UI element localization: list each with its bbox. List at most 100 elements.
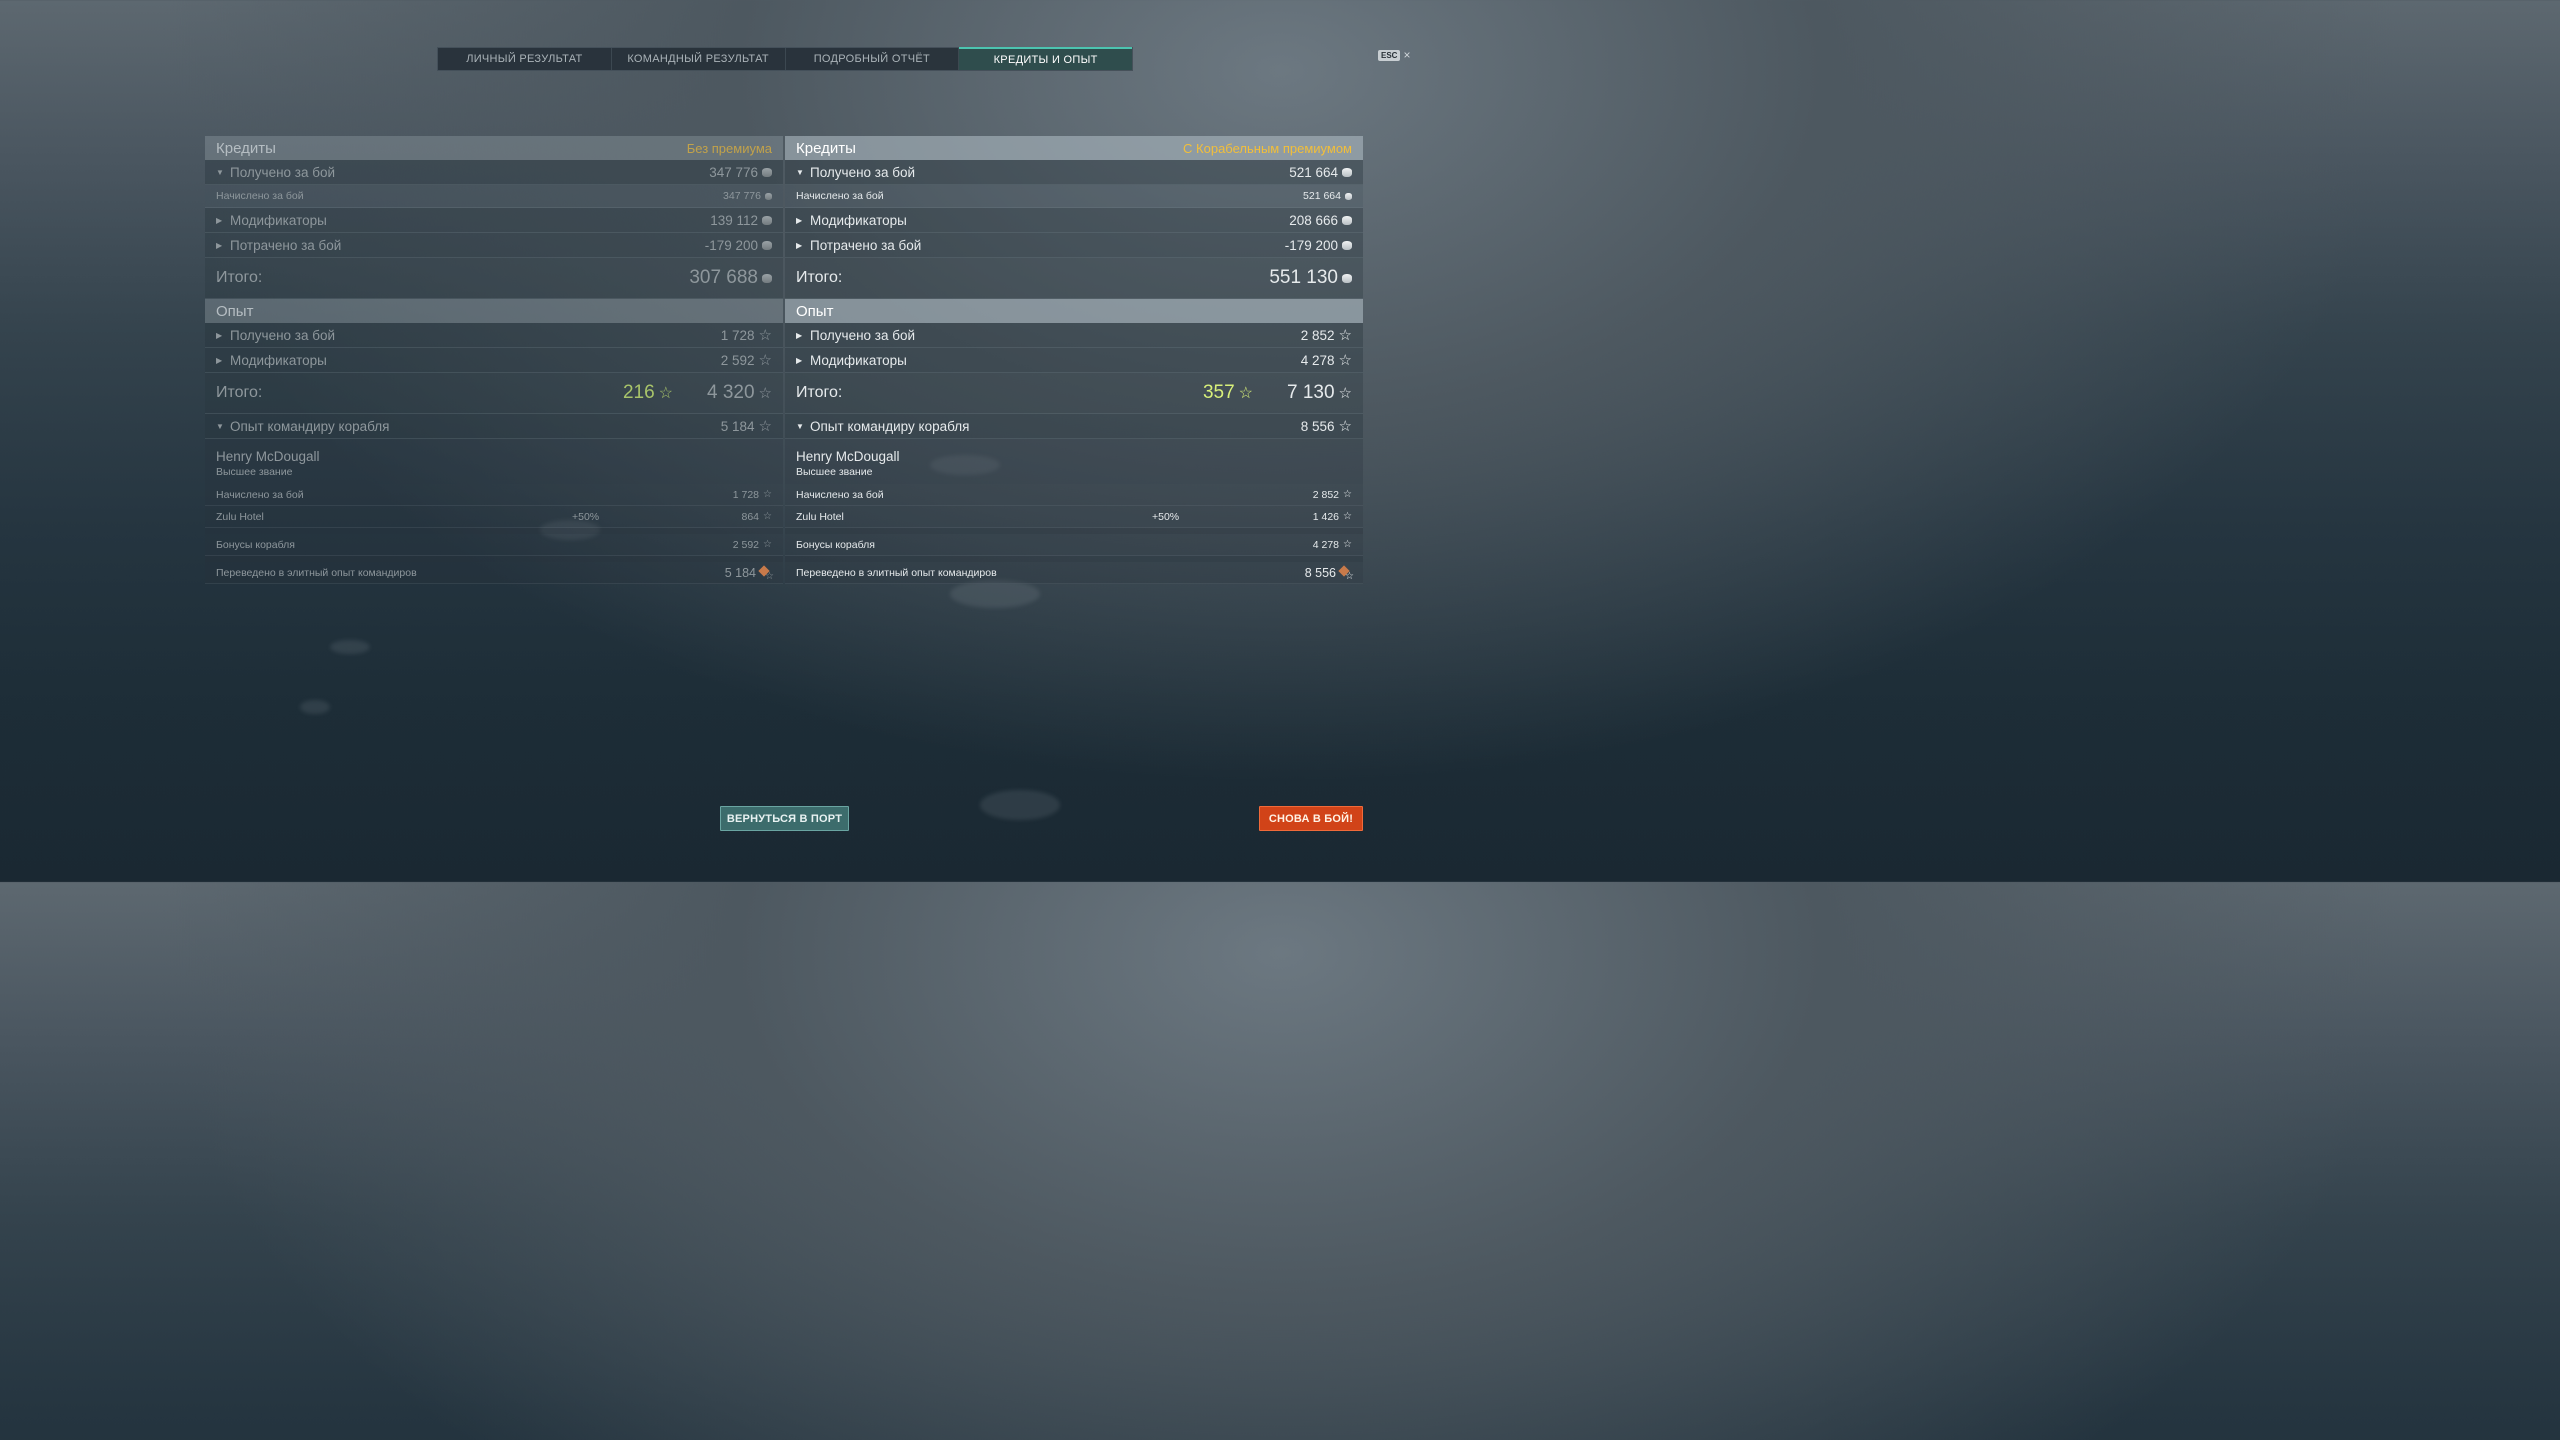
cmd-accrued-value: 2 852	[1312, 488, 1340, 501]
star-icon: ☆	[1343, 489, 1352, 500]
cmd-signal-value: 1 426	[1312, 510, 1340, 523]
close-button[interactable]: ESC ×	[1378, 49, 1410, 61]
caret-right-icon: ▶	[216, 215, 223, 225]
premium-status-label: Без премиума	[686, 140, 772, 156]
free-exp-value: 216	[622, 382, 655, 403]
exp-title: Опыт	[216, 302, 254, 320]
credits-accrued-label: Начислено за бой	[796, 190, 884, 202]
caret-right-icon: ▶	[796, 240, 803, 250]
close-icon: ×	[1403, 48, 1411, 62]
cmd-accrued-row: Начислено за бой 1 728 ☆	[205, 484, 783, 506]
credits-earned-row[interactable]: ▼ Получено за бой 347 776	[205, 160, 783, 185]
exp-earned-row[interactable]: ▶ Получено за бой 2 852 ☆	[785, 323, 1363, 348]
exp-header: Опыт	[205, 299, 783, 323]
credit-coin-icon	[762, 240, 772, 250]
premium-column: Кредиты С Корабельным премиумом ▼ Получен…	[785, 136, 1363, 584]
no-premium-column: Кредиты Без премиума ▼ Получено за бой 34…	[205, 136, 783, 584]
credit-coin-icon	[762, 167, 772, 177]
result-tabs: ЛИЧНЫЙ РЕЗУЛЬТАТ КОМАНДНЫЙ РЕЗУЛЬТАТ ПОД…	[437, 47, 1133, 71]
exp-earned-value: 1 728	[720, 327, 755, 343]
cmd-accrued-label: Начислено за бой	[216, 488, 304, 501]
credits-accrued-row: Начислено за бой 521 664	[785, 185, 1363, 208]
caret-down-icon: ▼	[216, 421, 224, 431]
commander-exp-label: Опыт командиру корабля	[810, 418, 970, 434]
exp-modifiers-label: Модификаторы	[810, 352, 907, 368]
cmd-elite-row: Переведено в элитный опыт командиров 8 5…	[785, 562, 1363, 584]
credit-coin-icon	[765, 192, 772, 200]
credits-modifiers-row[interactable]: ▶ Модификаторы 208 666	[785, 208, 1363, 233]
cmd-ship-bonus-label: Бонусы корабля	[796, 538, 875, 551]
caret-down-icon: ▼	[796, 421, 804, 431]
credits-modifiers-label: Модификаторы	[230, 212, 327, 228]
free-exp-star-icon: ☆	[658, 385, 673, 402]
credits-earned-row[interactable]: ▼ Получено за бой 521 664	[785, 160, 1363, 185]
cmd-elite-value: 8 556	[1304, 565, 1336, 580]
battle-again-button[interactable]: СНОВА В БОЙ!	[1259, 806, 1363, 831]
credits-accrued-value: 521 664	[1303, 190, 1341, 202]
return-to-port-button[interactable]: ВЕРНУТЬСЯ В ПОРТ	[720, 806, 849, 831]
credits-title: Кредиты	[216, 139, 276, 157]
exp-total-value: 7 130	[1287, 382, 1335, 403]
commander-exp-value: 8 556	[1300, 418, 1335, 434]
credits-spent-value: -179 200	[704, 237, 758, 253]
credits-total-label: Итого:	[796, 269, 843, 286]
elite-commander-exp-icon	[760, 567, 774, 582]
tab-personal-result[interactable]: ЛИЧНЫЙ РЕЗУЛЬТАТ	[438, 48, 612, 70]
credits-header: Кредиты С Корабельным премиумом	[785, 136, 1363, 160]
commander-exp-breakdown: Начислено за бой 1 728 ☆ Zulu Hotel +50% …	[205, 484, 783, 584]
cmd-elite-value: 5 184	[724, 565, 756, 580]
credits-spent-row[interactable]: ▶ Потрачено за бой -179 200	[205, 233, 783, 258]
cmd-elite-label: Переведено в элитный опыт командиров	[216, 566, 417, 579]
star-icon: ☆	[1343, 539, 1352, 550]
commander-name: Henry McDougall	[216, 449, 320, 464]
credits-modifiers-row[interactable]: ▶ Модификаторы 139 112	[205, 208, 783, 233]
cmd-ship-bonus-value: 2 592	[732, 538, 760, 551]
tab-detailed-report[interactable]: ПОДРОБНЫЙ ОТЧЁТ	[786, 48, 960, 70]
tab-credits-and-exp[interactable]: КРЕДИТЫ И ОПЫТ	[959, 47, 1132, 70]
cmd-elite-label: Переведено в элитный опыт командиров	[796, 566, 997, 579]
exp-modifiers-value: 4 278	[1300, 352, 1335, 368]
credits-modifiers-value: 139 112	[710, 212, 758, 228]
credits-spent-row[interactable]: ▶ Потрачено за бой -179 200	[785, 233, 1363, 258]
credits-total-row: Итого: 307 688	[205, 258, 783, 299]
star-icon: ☆	[758, 326, 772, 344]
cmd-ship-bonus-row: Бонусы корабля 4 278 ☆	[785, 534, 1363, 556]
commander-exp-row[interactable]: ▼ Опыт командиру корабля 5 184 ☆	[205, 414, 783, 439]
cmd-ship-bonus-label: Бонусы корабля	[216, 538, 295, 551]
star-icon: ☆	[758, 417, 772, 435]
credits-accrued-label: Начислено за бой	[216, 190, 304, 202]
credits-earned-value: 521 664	[1289, 164, 1338, 180]
credit-coin-icon	[762, 215, 772, 225]
caret-down-icon: ▼	[216, 167, 224, 177]
credits-total-row: Итого: 551 130	[785, 258, 1363, 299]
cmd-signal-row: Zulu Hotel +50% 864 ☆	[205, 506, 783, 528]
caret-right-icon: ▶	[796, 215, 803, 225]
credit-coin-icon	[1342, 273, 1352, 283]
credit-coin-icon	[1342, 167, 1352, 177]
tab-team-result[interactable]: КОМАНДНЫЙ РЕЗУЛЬТАТ	[612, 48, 786, 70]
cmd-accrued-row: Начислено за бой 2 852 ☆	[785, 484, 1363, 506]
exp-earned-row[interactable]: ▶ Получено за бой 1 728 ☆	[205, 323, 783, 348]
exp-total-value: 4 320	[707, 382, 755, 403]
cmd-ship-bonus-value: 4 278	[1312, 538, 1340, 551]
commander-rank: Высшее звание	[796, 466, 873, 478]
exp-modifiers-row[interactable]: ▶ Модификаторы 4 278 ☆	[785, 348, 1363, 373]
star-icon: ☆	[763, 511, 772, 522]
commander-exp-row[interactable]: ▼ Опыт командиру корабля 8 556 ☆	[785, 414, 1363, 439]
commander-exp-breakdown: Начислено за бой 2 852 ☆ Zulu Hotel +50% …	[785, 484, 1363, 584]
exp-earned-value: 2 852	[1300, 327, 1335, 343]
credits-accrued-row: Начислено за бой 347 776	[205, 185, 783, 208]
exp-earned-label: Получено за бой	[230, 327, 336, 343]
cmd-signal-bonus: +50%	[1152, 510, 1180, 523]
exp-modifiers-row[interactable]: ▶ Модификаторы 2 592 ☆	[205, 348, 783, 373]
caret-right-icon: ▶	[216, 355, 223, 365]
exp-modifiers-label: Модификаторы	[230, 352, 327, 368]
commander-exp-label: Опыт командиру корабля	[230, 418, 390, 434]
credit-coin-icon	[1342, 215, 1352, 225]
cmd-signal-label: Zulu Hotel	[216, 510, 264, 523]
sea-glint	[950, 580, 1040, 608]
free-exp-star-icon: ☆	[1238, 385, 1253, 402]
exp-total-row: Итого: 357 ☆ 7 130 ☆	[785, 373, 1363, 414]
commander-rank: Высшее звание	[216, 466, 293, 478]
commander-name: Henry McDougall	[796, 449, 900, 464]
